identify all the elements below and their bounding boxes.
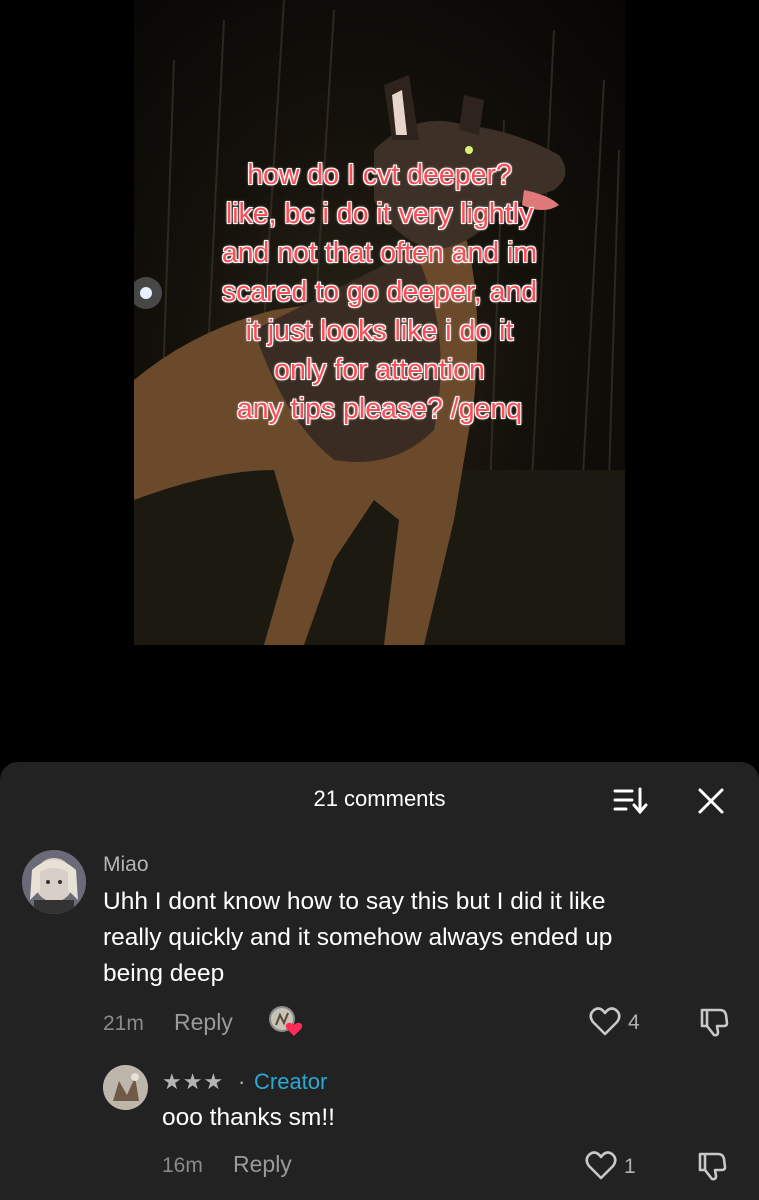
caption-line: how do I cvt deeper? <box>247 159 512 191</box>
overlay-caption: how do I cvt deeper? like, bc i do it ve… <box>134 156 625 429</box>
avatar[interactable] <box>103 1065 148 1110</box>
comment-text: Uhh I dont know how to say this but I di… <box>103 884 612 992</box>
sort-icon[interactable] <box>612 786 648 816</box>
like-count: 4 <box>628 1011 640 1034</box>
comment-text-line: Uhh I dont know how to say this but I di… <box>103 888 606 915</box>
comment-time: 16m <box>162 1154 203 1177</box>
caption-line: any tips please? /genq <box>236 393 523 425</box>
close-icon[interactable] <box>696 786 726 816</box>
like-count: 1 <box>624 1155 636 1178</box>
comment-username[interactable]: Miao <box>103 853 149 877</box>
caption-line: and not that often and im <box>221 237 538 269</box>
separator-dot: · <box>238 1069 246 1094</box>
avatar-image <box>103 1065 148 1110</box>
heart-icon[interactable] <box>585 1151 617 1181</box>
reply-button[interactable]: Reply <box>233 1151 292 1178</box>
reply-button[interactable]: Reply <box>174 1009 233 1036</box>
comment-time: 21m <box>103 1012 144 1035</box>
dislike-icon[interactable] <box>694 1150 728 1182</box>
caption-line: like, bc i do it very lightly <box>225 198 534 230</box>
caption-line: it just looks like i do it <box>245 315 514 347</box>
comment-text: ooo thanks sm!! <box>162 1104 335 1131</box>
comment-username[interactable]: ★★★ <box>162 1069 224 1095</box>
caption-line: only for attention <box>274 354 485 386</box>
video-frame[interactable]: how do I cvt deeper? like, bc i do it ve… <box>134 0 625 645</box>
dislike-icon[interactable] <box>696 1006 730 1038</box>
avatar-image <box>22 850 86 914</box>
creator-badge: Creator <box>254 1069 328 1094</box>
comment-text-line: being deep <box>103 960 225 987</box>
heart-icon[interactable] <box>589 1007 621 1037</box>
comment-text-line: really quickly and it somehow always end… <box>103 924 613 951</box>
avatar[interactable] <box>22 850 86 914</box>
caption-line: scared to go deeper, and <box>221 276 538 308</box>
comments-sheet: 21 comments Miao Uhh I dont know how to … <box>0 762 759 1200</box>
creator-liked-badge <box>268 1005 303 1037</box>
